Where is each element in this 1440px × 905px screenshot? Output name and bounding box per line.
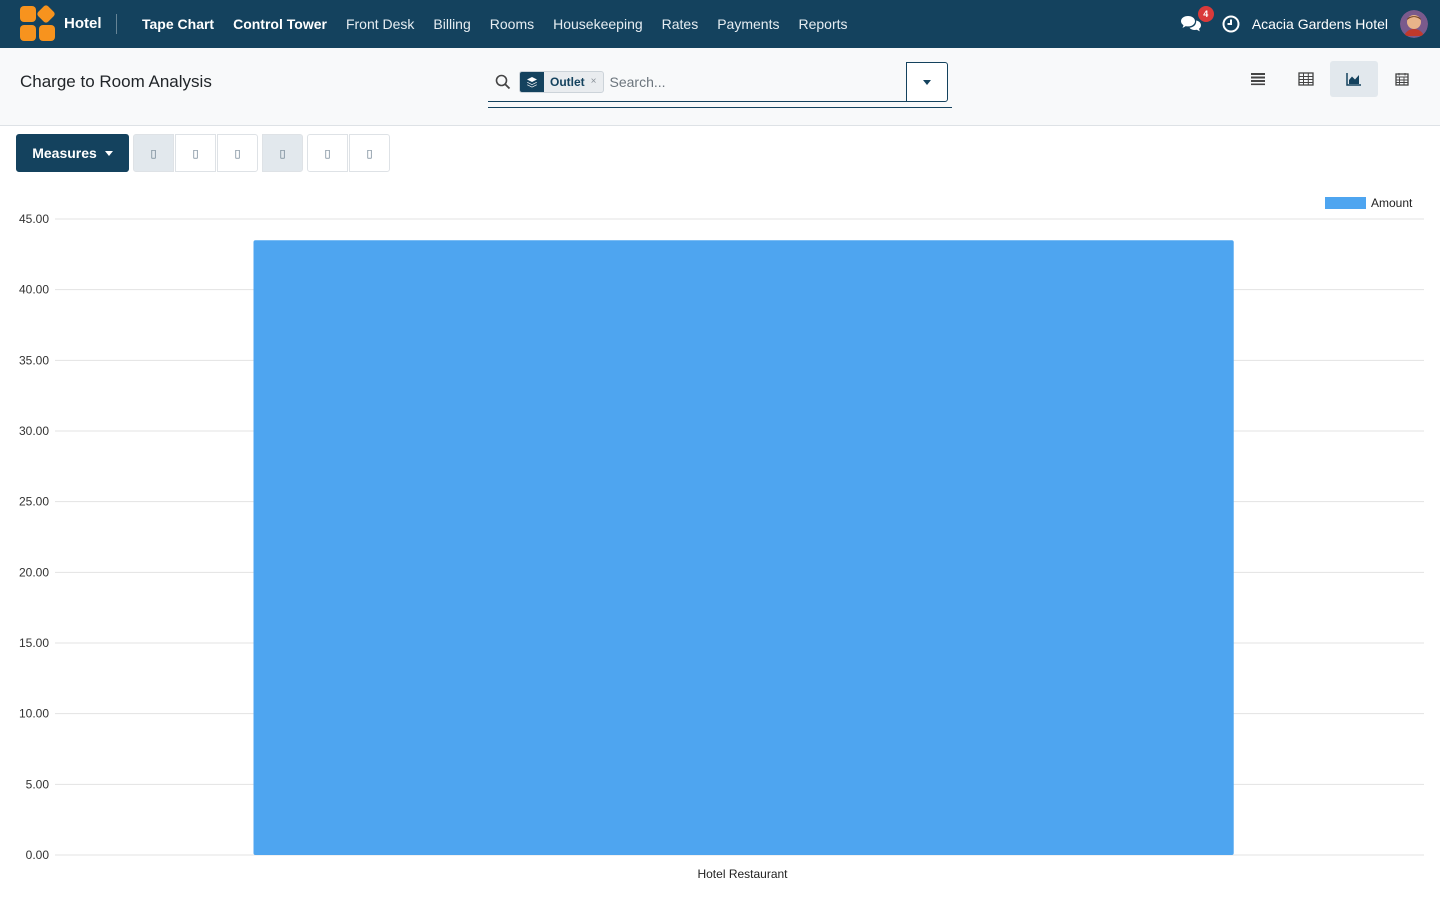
line-chart-button[interactable]: ▯ — [175, 134, 216, 172]
graph-view-button[interactable] — [1330, 61, 1378, 97]
outlet-facet[interactable]: Outlet × — [519, 70, 604, 93]
y-tick-label: 25.00 — [19, 495, 49, 509]
pivot-view-button[interactable] — [1282, 61, 1330, 97]
chart-options-group: ▯ — [262, 134, 303, 172]
sort-ascending-button[interactable]: ▯ — [349, 134, 390, 172]
calendar-view-button[interactable] — [1378, 61, 1426, 97]
facet-label: Outlet — [550, 74, 585, 89]
line-chart-icon: ▯ — [192, 147, 199, 160]
app-name[interactable]: Hotel — [64, 14, 117, 34]
graph-view-icon — [1346, 73, 1361, 86]
y-tick-label: 5.00 — [26, 777, 50, 791]
y-tick-label: 20.00 — [19, 565, 49, 579]
top-navbar: Hotel Tape Chart Control Tower Front Desk B… — [0, 0, 1440, 48]
search-icon — [495, 74, 511, 89]
bar-chart-button[interactable]: ▯ — [133, 134, 174, 172]
y-tick-label: 10.00 — [19, 707, 49, 721]
y-tick-label: 45.00 — [19, 212, 49, 226]
menu-item-tape-chart[interactable]: Tape Chart — [133, 0, 224, 48]
search-field[interactable]: Outlet × — [488, 62, 907, 102]
chat-button[interactable]: 4 — [1180, 6, 1214, 34]
sort-ascending-icon: ▯ — [366, 147, 373, 160]
chart-area: 0.00 5.00 10.00 15.00 20.00 25.00 30.00 35.00 40… — [0, 180, 1440, 900]
y-tick-label: 30.00 — [19, 424, 49, 438]
y-tick-label: 35.00 — [19, 353, 49, 367]
facet-close-icon[interactable]: × — [591, 72, 603, 92]
list-view-button[interactable] — [1234, 61, 1282, 97]
menu-item-billing[interactable]: Billing — [424, 0, 480, 48]
search-underline — [488, 107, 952, 108]
clock-icon[interactable] — [1222, 15, 1240, 33]
list-view-icon — [1251, 73, 1265, 86]
page-title: Charge to Room Analysis — [20, 72, 212, 91]
stacked-button[interactable]: ▯ — [262, 134, 303, 172]
caret-down-icon — [923, 79, 931, 85]
legend-label: Amount — [1371, 196, 1413, 210]
stacked-icon: ▯ — [279, 147, 286, 160]
legend-swatch — [1325, 197, 1366, 209]
sort-descending-button[interactable]: ▯ — [307, 134, 348, 172]
user-avatar[interactable] — [1400, 10, 1428, 38]
measures-label: Measures — [32, 145, 97, 161]
bar-chart: 0.00 5.00 10.00 15.00 20.00 25.00 30.00 35.00 40… — [19, 196, 1424, 881]
control-panel: Charge to Room Analysis Outlet × — [0, 48, 1440, 126]
graph-toolbar: Measures ▯ ▯ ▯ ▯ ▯ ▯ — [16, 134, 394, 172]
caret-down-icon — [104, 150, 113, 156]
chat-count-badge: 4 — [1197, 6, 1214, 22]
search-options-toggle[interactable] — [906, 62, 948, 102]
chart-type-group: ▯ ▯ ▯ — [133, 134, 258, 172]
navbar-right: 4 Acacia Gardens Hotel — [1180, 0, 1428, 48]
menu-item-rooms[interactable]: Rooms — [480, 0, 543, 48]
x-tick-label: Hotel Restaurant — [697, 867, 788, 881]
measures-button[interactable]: Measures — [16, 134, 129, 172]
pie-chart-button[interactable]: ▯ — [217, 134, 258, 172]
app-logo-icon[interactable] — [20, 4, 56, 42]
main-menu: Tape Chart Control Tower Front Desk Billing… — [133, 0, 858, 48]
menu-item-housekeeping[interactable]: Housekeeping — [544, 0, 653, 48]
menu-item-rates[interactable]: Rates — [652, 0, 708, 48]
menu-item-payments[interactable]: Payments — [708, 0, 789, 48]
bar-chart-icon: ▯ — [150, 147, 157, 160]
company-name[interactable]: Acacia Gardens Hotel — [1252, 16, 1388, 32]
view-switcher — [1234, 61, 1426, 97]
pivot-view-icon — [1298, 72, 1314, 86]
y-tick-label: 40.00 — [19, 283, 49, 297]
bar-amount — [253, 240, 1234, 855]
menu-item-front-desk[interactable]: Front Desk — [336, 0, 423, 48]
sort-descending-icon: ▯ — [324, 147, 331, 160]
y-tick-label: 15.00 — [19, 636, 49, 650]
menu-item-reports[interactable]: Reports — [789, 0, 857, 48]
menu-item-control-tower[interactable]: Control Tower — [224, 0, 337, 48]
search-bar: Outlet × — [488, 62, 952, 108]
y-tick-label: 0.00 — [26, 848, 50, 862]
pie-chart-icon: ▯ — [234, 147, 241, 160]
sort-group: ▯ ▯ — [307, 134, 390, 172]
search-input[interactable] — [609, 73, 890, 90]
calendar-view-icon — [1395, 73, 1409, 86]
layers-icon — [520, 71, 544, 92]
